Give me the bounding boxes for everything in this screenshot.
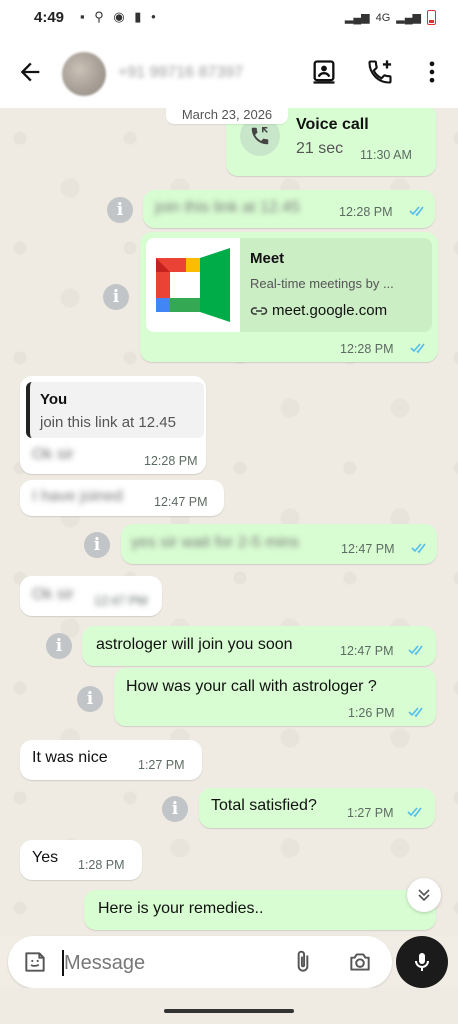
quote-author: You [40, 391, 68, 408]
status-bar: 4:49 ▪ ⚲ ◉ ▮ • ▂▄▆ 4G ▂▄▆ [0, 0, 458, 36]
info-icon[interactable] [103, 284, 129, 310]
contact-card-icon[interactable] [310, 58, 338, 86]
double-tick-icon [411, 543, 426, 554]
scroll-down-button[interactable] [407, 878, 441, 912]
message-bubble[interactable]: astrologer will join you soon 12:47 PM [82, 626, 436, 666]
message-text: I have joined [32, 488, 123, 505]
message-time: 1:26 PM [348, 706, 395, 720]
contact-name[interactable]: +91 99716 87397 [118, 64, 243, 82]
message-bubble[interactable]: Yes 1:28 PM [20, 840, 142, 880]
message-input[interactable] [64, 950, 264, 976]
back-arrow-icon[interactable] [16, 58, 44, 86]
chat-area[interactable]: Voice call 21 sec 11:30 AM March 23, 202… [0, 108, 458, 936]
mic-button[interactable] [396, 936, 448, 988]
double-tick-icon [408, 707, 423, 718]
message-text: join this link at 12.45 [155, 199, 300, 216]
double-tick-icon [407, 807, 422, 818]
double-tick-icon [409, 206, 424, 217]
message-composer [8, 936, 392, 988]
info-icon[interactable] [107, 197, 133, 223]
message-time: 11:30 AM [360, 148, 412, 162]
status-time: 4:49 [34, 9, 65, 26]
attach-icon[interactable] [290, 949, 316, 975]
message-text: It was nice [32, 749, 108, 766]
message-bubble[interactable]: Total satisfied? 1:27 PM [199, 788, 435, 828]
quote-text: join this link at 12.45 [40, 414, 176, 431]
message-text: yes sir wait for 2-5 mins [131, 534, 300, 551]
message-text: Yes [32, 849, 59, 866]
message-bubble[interactable]: How was your call with astrologer ? 1:26… [114, 668, 436, 726]
message-text: Here is your remedies.. [98, 900, 264, 917]
link-title: Meet [250, 250, 285, 267]
system-nav-bar [0, 988, 458, 1024]
link-url[interactable]: meet.google.com [272, 302, 387, 319]
message-text: Ok sir [32, 586, 74, 603]
avatar[interactable] [62, 52, 106, 96]
message-time: 12:28 PM [340, 342, 394, 356]
link-description: Real-time meetings by ... [250, 276, 394, 291]
mic-icon [415, 953, 429, 971]
info-icon[interactable] [77, 686, 103, 712]
add-call-icon[interactable] [366, 58, 394, 86]
meet-logo [146, 238, 240, 332]
message-time: 12:28 PM [144, 454, 198, 468]
message-text: Ok sir [32, 446, 74, 463]
link-icon [250, 307, 268, 315]
info-icon[interactable] [84, 532, 110, 558]
message-time: 12:47 PM [94, 594, 148, 608]
notification-icons: ▪ ⚲ ◉ ▮ • [80, 9, 159, 24]
message-bubble[interactable]: You join this link at 12.45 Ok sir 12:28… [20, 376, 206, 474]
message-bubble[interactable]: join this link at 12.45 12:28 PM [143, 190, 435, 228]
message-time: 12:47 PM [154, 495, 208, 509]
message-text: How was your call with astrologer ? [126, 678, 377, 695]
message-text: astrologer will join you soon [96, 636, 293, 653]
message-bubble[interactable]: It was nice 1:27 PM [20, 740, 202, 780]
scroll-down-icon [418, 889, 430, 902]
call-title: Voice call [296, 116, 369, 133]
sticker-icon[interactable] [22, 949, 48, 975]
message-time: 12:28 PM [339, 205, 393, 219]
network-type: 4G [375, 11, 391, 24]
double-tick-icon [410, 343, 425, 354]
quoted-message[interactable]: You join this link at 12.45 [26, 382, 204, 438]
status-right: ▂▄▆ 4G ▂▄▆ [345, 10, 436, 25]
call-duration: 21 sec [296, 140, 344, 157]
message-text: Total satisfied? [211, 797, 317, 814]
link-preview-bubble[interactable]: Meet Real-time meetings by ... meet.goog… [140, 232, 438, 362]
more-vert-icon[interactable] [418, 58, 446, 86]
camera-icon[interactable] [347, 949, 373, 975]
message-bubble[interactable]: Ok sir 12:47 PM [20, 576, 162, 616]
message-time: 12:47 PM [341, 542, 395, 556]
message-bubble[interactable]: Here is your remedies.. [84, 890, 436, 930]
double-tick-icon [408, 645, 423, 656]
home-gesture-handle[interactable] [164, 1009, 294, 1013]
message-time: 1:28 PM [78, 858, 125, 872]
message-time: 1:27 PM [347, 806, 394, 820]
date-chip: March 23, 2026 [166, 108, 288, 124]
link-card[interactable]: Meet Real-time meetings by ... meet.goog… [146, 238, 432, 332]
chat-header: +91 99716 87397 [0, 36, 458, 108]
info-icon[interactable] [46, 633, 72, 659]
signal-icon: ▂▄▆ [396, 12, 421, 24]
message-time: 12:47 PM [340, 644, 394, 658]
message-bubble[interactable]: I have joined 12:47 PM [20, 480, 224, 516]
info-icon[interactable] [162, 796, 188, 822]
battery-icon [427, 10, 436, 25]
signal-icon: ▂▄▆ [344, 12, 370, 24]
message-bubble[interactable]: yes sir wait for 2-5 mins 12:47 PM [121, 524, 437, 564]
message-time: 1:27 PM [138, 758, 185, 772]
